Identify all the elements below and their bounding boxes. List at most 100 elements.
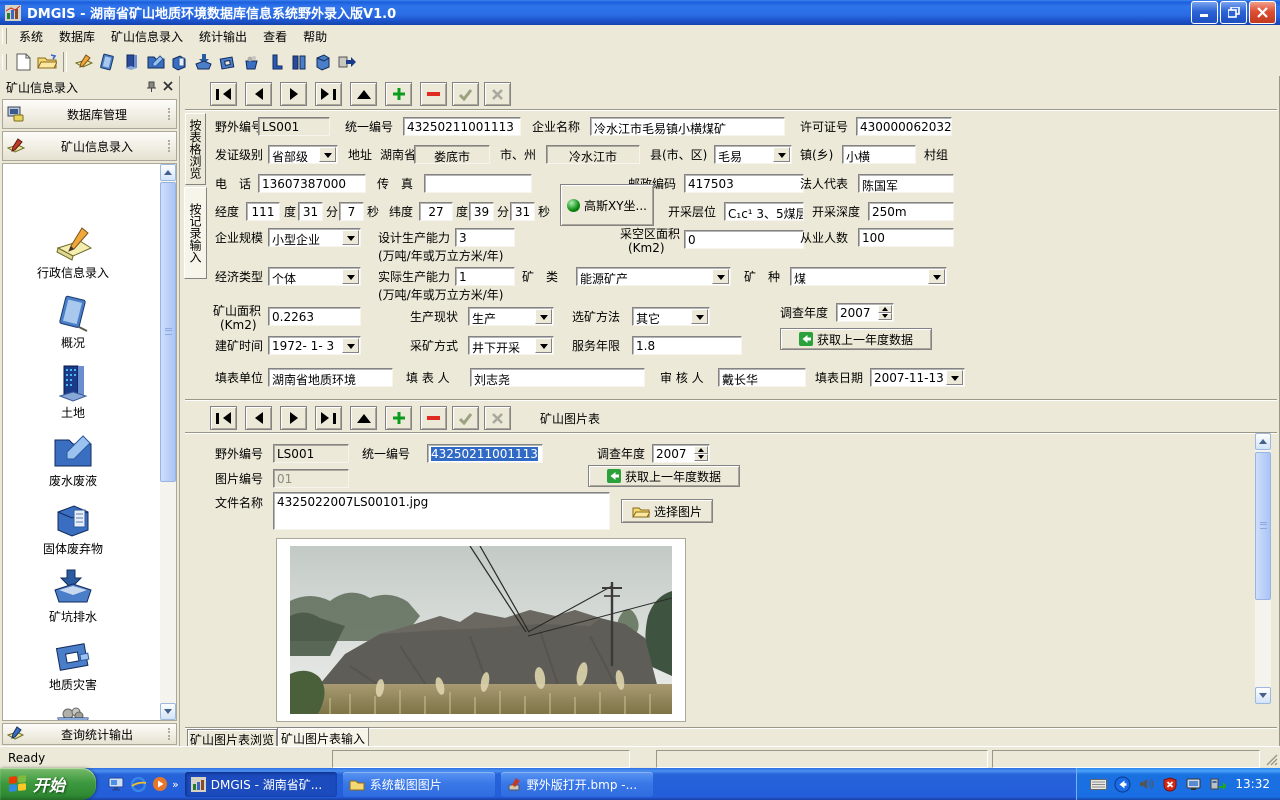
pic-unified-no-input[interactable]: 43250211001113 — [427, 444, 543, 463]
dropdown-icon[interactable] — [535, 338, 552, 353]
menu-system[interactable]: 系统 — [11, 26, 51, 47]
sidebar-item-solid-waste[interactable]: 固体废弃物 — [3, 500, 143, 556]
spinner-buttons[interactable] — [694, 446, 708, 461]
toolbar-hazard-icon[interactable] — [215, 50, 239, 74]
nav2-prev-button[interactable] — [245, 406, 272, 430]
nav2-insert-button[interactable] — [385, 406, 412, 430]
town-input[interactable]: 小横 — [842, 145, 916, 164]
nav1-first-button[interactable] — [210, 82, 237, 106]
scroll-down-icon[interactable] — [1255, 687, 1271, 704]
start-button[interactable]: 开始 — [0, 768, 96, 800]
scroll-up-icon[interactable] — [160, 164, 176, 181]
spinner-buttons[interactable] — [878, 305, 892, 320]
license-input[interactable]: 4300000620321 — [856, 117, 952, 136]
dropdown-icon[interactable] — [928, 269, 945, 284]
form2-scroll-thumb[interactable] — [1255, 452, 1271, 600]
toolbar-column-icon[interactable] — [263, 50, 287, 74]
toolbar-exit-icon[interactable] — [335, 50, 359, 74]
toolbar-survey-icon[interactable] — [239, 50, 263, 74]
dropdown-icon[interactable] — [946, 370, 963, 385]
dropdown-icon[interactable] — [342, 338, 359, 353]
nav1-delete-button[interactable] — [420, 82, 447, 106]
dropdown-icon[interactable] — [691, 309, 708, 324]
legal-input[interactable]: 陈国军 — [858, 174, 954, 193]
panel-close-icon[interactable] — [163, 81, 173, 93]
menu-database[interactable]: 数据库 — [51, 26, 103, 47]
fetch-prev-year-button[interactable]: 获取上一年度数据 — [780, 328, 932, 350]
sidebar-item-land-survey[interactable]: 土地调查 — [3, 704, 143, 721]
lat-sec-input[interactable]: 31 — [510, 202, 535, 221]
toolbar-overview-icon[interactable] — [95, 50, 119, 74]
menu-stat-output[interactable]: 统计输出 — [191, 26, 255, 47]
quick-launch-ie-icon[interactable] — [128, 774, 148, 794]
restore-button[interactable] — [1220, 1, 1247, 24]
area-input[interactable]: 0.2263 — [268, 307, 361, 326]
close-button[interactable] — [1249, 1, 1276, 24]
mine-kind-combo[interactable]: 煤 — [790, 267, 947, 286]
dropdown-icon[interactable] — [319, 147, 336, 162]
actual-cap-input[interactable]: 1 — [455, 267, 515, 286]
unified-no-input[interactable]: 43250211001113 — [403, 117, 521, 136]
pic-field-no-input[interactable]: LS001 — [273, 444, 349, 463]
fax-input[interactable] — [424, 174, 532, 193]
sidebar-item-admin-info-entry[interactable]: 行政信息录入 — [3, 224, 143, 280]
quick-launch-player-icon[interactable] — [150, 774, 170, 794]
lon-sec-input[interactable]: 7 — [339, 202, 364, 221]
new-document-icon[interactable] — [11, 50, 35, 74]
cert-level-combo[interactable]: 省部级 — [268, 145, 338, 164]
dropdown-icon[interactable] — [773, 147, 790, 162]
sidebar-item-wastewater[interactable]: 废水废液 — [3, 432, 143, 488]
lat-min-input[interactable]: 39 — [469, 202, 494, 221]
nav2-last-button[interactable] — [315, 406, 342, 430]
tray-display-icon[interactable] — [1184, 774, 1204, 794]
lon-min-input[interactable]: 31 — [298, 202, 323, 221]
pic-no-input[interactable]: 01 — [273, 469, 349, 488]
choose-picture-button[interactable]: 选择图片 — [621, 499, 713, 523]
tray-network-icon[interactable] — [1208, 774, 1228, 794]
postal-input[interactable]: 417503 — [684, 174, 804, 193]
nav2-post-button[interactable] — [452, 406, 479, 430]
tray-volume-icon[interactable] — [1136, 774, 1156, 794]
workers-input[interactable]: 100 — [858, 228, 954, 247]
taskbar-task-paint-bmp[interactable]: 野外版打开.bmp -... — [501, 772, 653, 797]
service-years-input[interactable]: 1.8 — [632, 336, 742, 355]
toolbar-report-icon[interactable] — [311, 50, 335, 74]
filler-input[interactable]: 刘志尧 — [470, 368, 645, 387]
sidebar-group-mine-info-entry[interactable]: 矿山信息录入 — [2, 131, 177, 161]
nav2-top-button[interactable] — [350, 406, 377, 430]
pic-survey-year-spinner[interactable]: 2007 — [652, 444, 710, 463]
field-no-input[interactable]: LS001 — [258, 117, 330, 136]
nav2-first-button[interactable] — [210, 406, 237, 430]
county-combo[interactable]: 毛易 — [714, 145, 792, 164]
dropdown-icon[interactable] — [342, 230, 359, 245]
mine-class-combo[interactable]: 能源矿产 — [576, 267, 731, 286]
design-cap-input[interactable]: 3 — [455, 228, 515, 247]
sidebar-group-database-manage[interactable]: 数据库管理 — [2, 99, 177, 129]
nav1-next-button[interactable] — [280, 82, 307, 106]
toolbar-land-icon[interactable] — [119, 50, 143, 74]
menu-help[interactable]: 帮助 — [295, 26, 335, 47]
toolbar-admin-entry-icon[interactable] — [71, 50, 95, 74]
dropdown-icon[interactable] — [535, 309, 552, 324]
city-input[interactable]: 娄底市 — [414, 145, 490, 164]
nav1-cancel-button[interactable] — [484, 82, 511, 106]
sidebar-group-query-stat-output[interactable]: 查询统计输出 — [2, 723, 177, 745]
nav2-delete-button[interactable] — [420, 406, 447, 430]
goaf-input[interactable]: 0 — [684, 230, 804, 249]
tab-browse-by-grid[interactable]: 按表格浏览 — [185, 113, 206, 185]
sidebar-item-overview[interactable]: 概况 — [3, 294, 143, 350]
tab-picture-table-entry[interactable]: 矿山图片表输入 — [277, 727, 369, 748]
open-folder-icon[interactable] — [35, 50, 59, 74]
status-combo[interactable]: 生产 — [468, 307, 554, 326]
lat-deg-input[interactable]: 27 — [419, 202, 453, 221]
build-time-combo[interactable]: 1972- 1- 3 — [268, 336, 361, 355]
nav2-next-button[interactable] — [280, 406, 307, 430]
nav1-post-button[interactable] — [452, 82, 479, 106]
sidebar-scroll-thumb[interactable] — [160, 182, 176, 482]
sidebar-scrollbar[interactable] — [160, 164, 176, 720]
toolbar-wastewater-icon[interactable] — [143, 50, 167, 74]
tab-entry-by-record[interactable]: 按记录输入 — [184, 187, 207, 279]
gauss-xy-button[interactable]: 高斯XY坐... — [560, 184, 654, 226]
menu-view[interactable]: 查看 — [255, 26, 295, 47]
fill-unit-input[interactable]: 湖南省地质环境 — [268, 368, 393, 387]
